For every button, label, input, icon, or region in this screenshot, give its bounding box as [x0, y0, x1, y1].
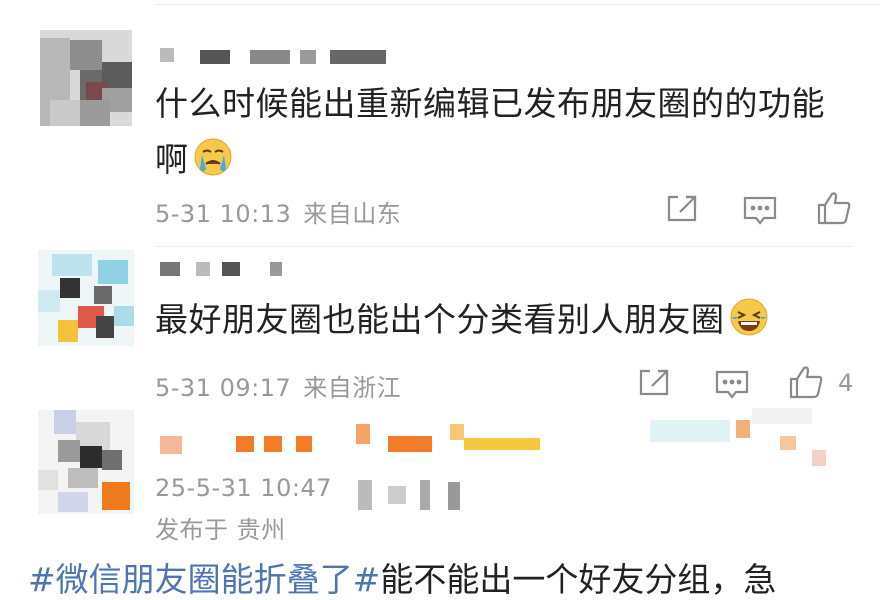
avatar[interactable] [38, 410, 134, 514]
like-button[interactable] [786, 362, 826, 402]
like-count: 4 [838, 369, 854, 397]
thumbs-up-icon [817, 192, 851, 225]
comment-button[interactable] [740, 190, 780, 230]
comment-time: 5-31 10:13 [155, 200, 292, 228]
share-button[interactable] [662, 190, 702, 230]
crying-face-icon [194, 138, 231, 176]
comment-text: 什么时候能出重新编辑已发布朋友圈的的功能 啊 [155, 76, 860, 188]
avatar[interactable] [40, 30, 132, 126]
comment-icon [715, 370, 749, 399]
comment-text: 最好朋友圈也能出个分类看别人朋友圈 [155, 292, 860, 348]
comment-time: 5-31 09:17 [155, 374, 292, 402]
like-button[interactable] [814, 188, 854, 228]
comment-text-line: 啊 [155, 140, 189, 179]
comment-time: 25-5-31 10:47 [155, 474, 332, 502]
comment-divider [155, 246, 852, 247]
comment-meta: 5-31 10:13 来自山东 [155, 194, 401, 229]
avatar[interactable] [38, 250, 134, 346]
comment-meta: 5-31 09:17 来自浙江 [155, 368, 401, 403]
laughing-tears-icon [730, 298, 767, 336]
comment-location: 发布于 贵州 [155, 516, 286, 544]
thumbs-up-icon [789, 366, 823, 399]
share-icon [639, 369, 669, 396]
share-icon [667, 195, 697, 222]
share-button[interactable] [634, 364, 674, 404]
post-text: #微信朋友圈能折叠了#能不能出一个好友分组，急 [28, 560, 776, 600]
comment-location: 来自浙江 [303, 374, 402, 402]
comment-meta: 25-5-31 10:47 [155, 474, 332, 502]
comment-location: 来自山东 [303, 200, 402, 228]
comment-icon [743, 196, 777, 225]
top-divider [155, 4, 880, 5]
post-body: 能不能出一个好友分组，急 [380, 560, 777, 599]
comment-text-line: 最好朋友圈也能出个分类看别人朋友圈 [155, 300, 725, 339]
comment-button[interactable] [712, 364, 752, 404]
comment-text-line: 什么时候能出重新编辑已发布朋友圈的的功能 [155, 84, 825, 123]
topic-link[interactable]: #微信朋友圈能折叠了# [28, 560, 380, 599]
